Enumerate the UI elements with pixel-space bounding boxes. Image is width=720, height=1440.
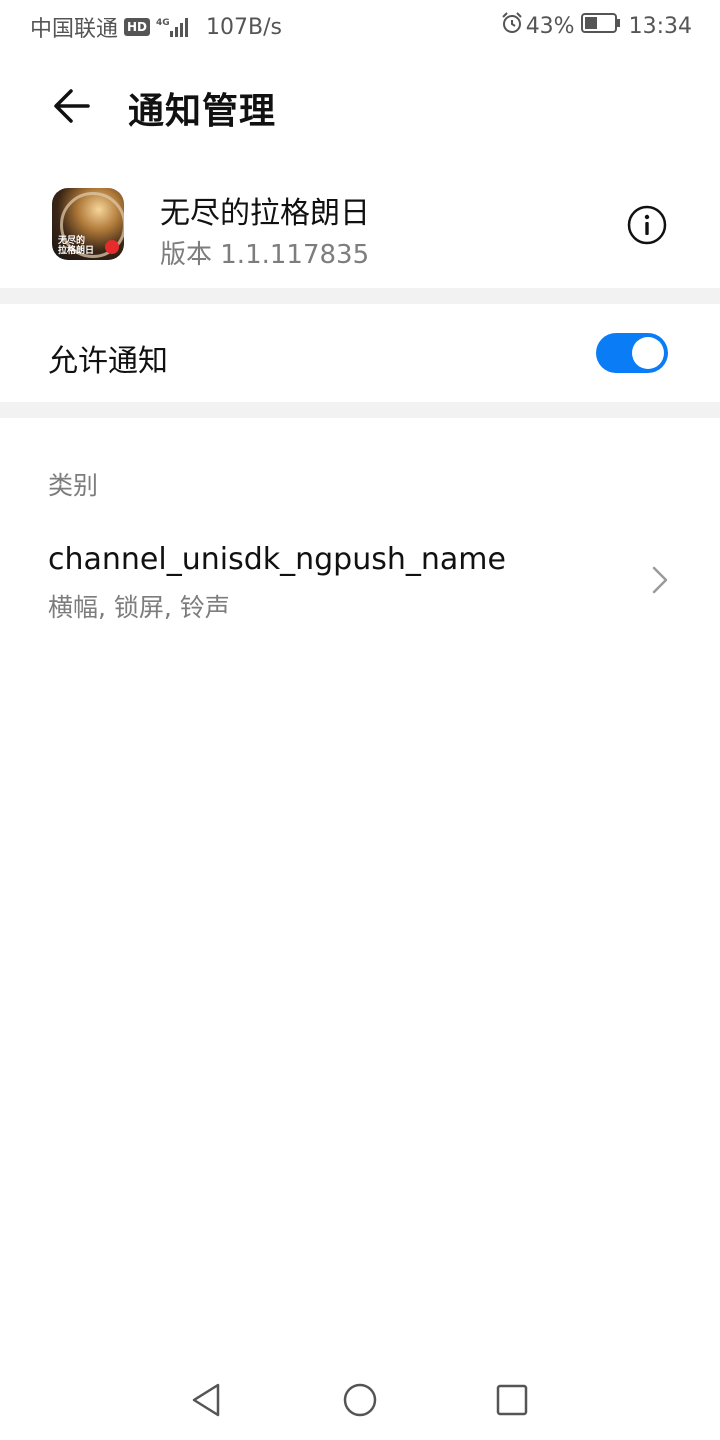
- header: 通知管理: [0, 60, 720, 150]
- section-divider: [0, 402, 720, 418]
- status-right: 43% 13:34: [500, 11, 692, 41]
- triangle-back-icon: [192, 1383, 220, 1417]
- nav-home-button[interactable]: [340, 1380, 380, 1420]
- section-divider: [0, 288, 720, 304]
- status-bar: 中国联通 HD 4G 107B/s 43% 13:34: [0, 0, 720, 50]
- navigation-bar: [0, 1360, 720, 1440]
- arrow-left-icon: [54, 89, 90, 123]
- allow-notifications-row[interactable]: 允许通知: [0, 304, 720, 402]
- network-type-label: 4G: [156, 18, 170, 28]
- clock: 13:34: [628, 13, 692, 39]
- category-section-label: 类别: [48, 471, 99, 500]
- nav-recent-button[interactable]: [492, 1380, 532, 1420]
- alarm-icon: [500, 11, 524, 41]
- app-icon-text-line1: 无尽的: [58, 236, 86, 246]
- circle-home-icon: [343, 1383, 377, 1417]
- app-icon-text: 无尽的 拉格朗日: [58, 236, 94, 256]
- nav-back-button[interactable]: [186, 1380, 226, 1420]
- app-info-button[interactable]: [626, 204, 668, 246]
- square-recent-icon: [496, 1384, 528, 1416]
- battery-percent: 43%: [525, 13, 575, 39]
- chevron-right-icon: [652, 566, 668, 594]
- app-icon: 无尽的 拉格朗日: [52, 188, 124, 260]
- allow-notifications-switch[interactable]: [596, 333, 668, 373]
- app-info-row: 无尽的 拉格朗日 无尽的拉格朗日 版本 1.1.117835: [0, 170, 720, 288]
- channel-row[interactable]: channel_unisdk_ngpush_name 横幅, 锁屏, 铃声: [0, 528, 720, 638]
- publisher-logo: [105, 240, 119, 254]
- app-icon-text-line2: 拉格朗日: [58, 246, 95, 256]
- app-version: 版本 1.1.117835: [160, 240, 370, 270]
- channel-description: 横幅, 锁屏, 铃声: [48, 593, 230, 622]
- switch-knob: [632, 337, 664, 369]
- allow-notifications-label: 允许通知: [48, 344, 168, 379]
- carrier-name: 中国联通: [30, 17, 119, 42]
- info-circle-icon: [627, 205, 667, 245]
- channel-name: channel_unisdk_ngpush_name: [48, 542, 506, 577]
- battery-icon: [580, 12, 621, 40]
- app-name: 无尽的拉格朗日: [160, 196, 370, 231]
- back-button[interactable]: [44, 78, 100, 134]
- page-title: 通知管理: [128, 91, 277, 132]
- network-speed: 107B/s: [206, 14, 282, 40]
- signal-icon: 4G: [156, 15, 190, 39]
- status-left: 中国联通 HD 4G 107B/s: [30, 11, 282, 43]
- hd-badge: HD: [124, 18, 151, 36]
